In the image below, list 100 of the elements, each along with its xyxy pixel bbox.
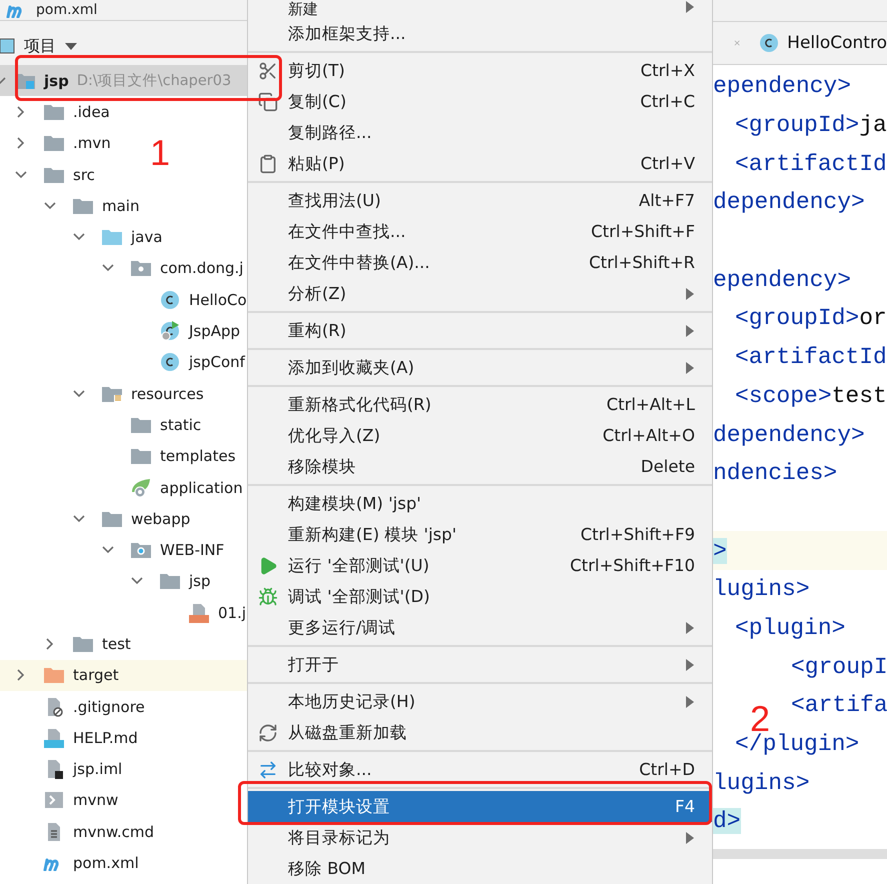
menu-item[interactable]: 打开模块设置 F4 (248, 791, 712, 822)
code-line: dependency> (713, 422, 865, 448)
tree-item[interactable]: target (0, 660, 247, 691)
tree-item-label: templates (160, 447, 236, 466)
tree-item[interactable]: JspApp (0, 315, 240, 347)
menu-item[interactable]: 比较对象... Ctrl+D (248, 754, 712, 785)
tree-item-label: mvnw (73, 791, 118, 810)
tree-item-label: application (160, 478, 243, 496)
menu-item[interactable]: 在文件中替换(A)... Ctrl+Shift+R (248, 247, 712, 278)
tree-item-label: static (160, 416, 202, 434)
tree-item-label: HELP.md (73, 728, 138, 747)
tree-item[interactable]: HelloCo (0, 284, 247, 316)
tree-item[interactable]: .mvn (0, 128, 111, 159)
menu-item[interactable]: 复制(C) Ctrl+C (248, 86, 712, 117)
tree-item[interactable]: webapp (0, 503, 190, 534)
menu-item[interactable]: 从磁盘重新加载 (248, 717, 712, 748)
tree-item[interactable]: jsp D:\项目文件\chaper03 (0, 65, 247, 96)
shortcut-label: Ctrl+Alt+O (602, 426, 695, 445)
menu-item[interactable]: 调试 '全部测试'(D) (248, 581, 712, 612)
menu-item[interactable]: 重新格式化代码(R) Ctrl+Alt+L (248, 389, 712, 420)
menu-item[interactable]: 查找用法(U) Alt+F7 (248, 185, 712, 216)
menu-item[interactable]: 新建 (248, 0, 712, 18)
code-line: lugins> (713, 770, 810, 796)
folder-icon (44, 135, 64, 152)
tree-item[interactable]: pom.xml (0, 847, 139, 879)
tree-item[interactable]: com.dong.j (0, 252, 244, 284)
shortcut-label: Ctrl+C (640, 92, 695, 111)
folder-icon (160, 573, 180, 590)
tree-item[interactable]: .gitignore (0, 690, 145, 722)
menu-item[interactable]: 添加到收藏夹(A) (248, 352, 712, 383)
tree-item-label: JspApp (189, 322, 240, 340)
tree-item[interactable]: mvnw (0, 784, 118, 816)
code-line: dependency> (713, 189, 865, 216)
menu-item[interactable]: 分析(Z) (248, 278, 712, 309)
tree-item[interactable]: mvnw.cmd (0, 816, 154, 848)
bug-icon (258, 586, 278, 606)
menu-item[interactable]: 在文件中查找... Ctrl+Shift+F (248, 216, 712, 247)
terminal-icon (44, 791, 64, 810)
menu-item[interactable]: 重新构建(E) 模块 'jsp' Ctrl+Shift+F9 (248, 519, 712, 550)
class-icon (160, 352, 180, 372)
copy-icon (258, 92, 278, 112)
menu-item[interactable]: 重构(R) (248, 315, 712, 346)
tree-item[interactable]: 01.j (0, 597, 246, 628)
tree-item[interactable]: jsp.iml (0, 754, 122, 785)
dropdown-icon[interactable] (64, 41, 78, 51)
code-line: <artifa (791, 692, 887, 718)
tree-item-label: HelloCo (189, 290, 247, 309)
leaf-gear-icon (130, 478, 152, 498)
tree-item-label: target (73, 666, 119, 684)
menu-item[interactable]: 本地历史记录(H) (248, 686, 712, 717)
folder-icon (73, 636, 93, 652)
folder-icon (44, 104, 64, 120)
tree-item-label: mvnw.cmd (73, 822, 154, 841)
shortcut-label: Ctrl+Shift+F (590, 222, 695, 241)
tree-item-label: webapp (131, 510, 190, 528)
step-number: 1 (150, 132, 170, 174)
package-folder-icon (131, 260, 151, 276)
menu-item[interactable]: 粘贴(P) Ctrl+V (248, 148, 712, 179)
folder-icon (102, 229, 122, 246)
tree-item[interactable]: HELP.md (0, 722, 138, 754)
shortcut-label: F4 (675, 797, 695, 816)
tree-item-label: WEB-INF (160, 541, 224, 560)
menu-item[interactable]: 移除 BOM (248, 853, 712, 884)
tree-item[interactable]: java (0, 221, 162, 253)
compare-arrows-icon (258, 760, 278, 780)
project-view-selector[interactable]: 项目 (24, 36, 56, 56)
tree-item-label: jsp (44, 72, 69, 90)
menu-item[interactable]: 构建模块(M) 'jsp' (248, 488, 712, 519)
tree-item[interactable]: jspConf (0, 346, 245, 378)
shortcut-label: Ctrl+V (640, 154, 695, 173)
tree-item[interactable]: static (0, 409, 202, 441)
menu-item[interactable]: 将目录标记为 (248, 822, 712, 853)
folder-icon (131, 448, 151, 464)
menu-item[interactable]: 剪切(T) Ctrl+X (248, 55, 712, 86)
menu-item[interactable]: 打开于 (248, 649, 712, 680)
markdown-file-icon (44, 728, 64, 748)
menu-item[interactable]: 运行 '全部测试'(U) Ctrl+Shift+F10 (248, 550, 712, 581)
tree-item[interactable]: main (0, 190, 140, 222)
menu-item[interactable]: 移除模块 Delete (248, 451, 712, 482)
menu-item[interactable]: 更多运行/调试 (248, 612, 712, 643)
tree-item[interactable]: application (0, 472, 243, 504)
tree-item[interactable]: test (0, 628, 131, 660)
code-line: ependency> (713, 266, 852, 293)
tree-item-label: jsp (189, 572, 211, 590)
tree-item[interactable]: WEB-INF (0, 534, 224, 566)
tree-item[interactable]: resources (0, 378, 204, 410)
horizontal-scrollbar[interactable] (713, 848, 887, 859)
menu-item[interactable]: 添加框架支持... (248, 18, 712, 49)
code-line: <groupId>ja (735, 112, 887, 138)
tree-item[interactable]: jsp (0, 566, 211, 598)
tree-item[interactable]: templates (0, 440, 236, 472)
folder-icon (102, 510, 122, 527)
tree-item[interactable]: .idea (0, 96, 110, 128)
tree-item-label: jsp.iml (73, 760, 122, 778)
code-line: <plugin> (735, 614, 846, 641)
menu-item[interactable]: 优化导入(Z) Ctrl+Alt+O (248, 420, 712, 451)
tree-item[interactable]: src (0, 158, 95, 190)
menu-item[interactable]: 复制路径... (248, 117, 712, 148)
web-folder-icon (131, 542, 151, 558)
code-line: ependency> (713, 73, 852, 100)
